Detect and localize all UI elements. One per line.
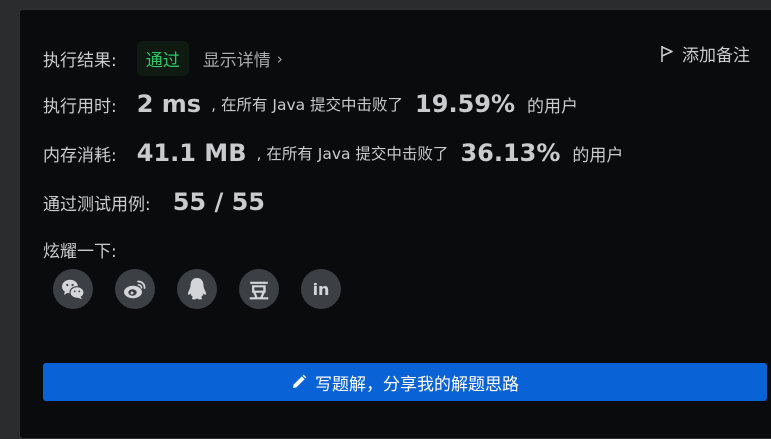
share-label-row: 炫耀一下: bbox=[43, 237, 117, 262]
douban-icon: 豆 bbox=[249, 278, 269, 303]
runtime-value: 2 ms bbox=[136, 90, 202, 118]
pencil-icon bbox=[293, 374, 307, 388]
wechat-icon bbox=[62, 279, 85, 300]
memory-suffix: 的用户 bbox=[572, 145, 624, 166]
memory-value: 41.1 MB bbox=[136, 139, 247, 167]
share-linkedin-button[interactable]: in bbox=[301, 269, 341, 309]
memory-percent: 36.13% bbox=[460, 139, 561, 167]
show-details-label: 显示详情 bbox=[202, 51, 271, 71]
result-row: 执行结果: 通过 显示详情 › bbox=[43, 41, 283, 76]
runtime-suffix: 的用户 bbox=[527, 96, 579, 117]
tests-label: 通过测试用例: bbox=[43, 194, 151, 215]
result-label: 执行结果: bbox=[43, 51, 117, 71]
status-badge: 通过 bbox=[136, 41, 189, 76]
memory-text: , 在所有 Java 提交中击败了 bbox=[256, 145, 449, 163]
runtime-percent: 19.59% bbox=[415, 90, 516, 118]
write-solution-button[interactable]: 写题解，分享我的解题思路 bbox=[43, 363, 767, 401]
share-douban-button[interactable]: 豆 bbox=[239, 269, 279, 309]
add-note-label: 添加备注 bbox=[682, 46, 750, 66]
runtime-label: 执行用时: bbox=[43, 96, 117, 117]
runtime-text: , 在所有 Java 提交中击败了 bbox=[211, 96, 404, 114]
qq-icon bbox=[187, 278, 207, 300]
submission-result-panel: 执行结果: 通过 显示详情 › 添加备注 执行用时: 2 ms , 在所有 Ja… bbox=[19, 9, 771, 439]
share-label: 炫耀一下: bbox=[43, 242, 117, 262]
flag-icon bbox=[661, 45, 673, 62]
tests-row: 通过测试用例: 55 / 55 bbox=[43, 188, 265, 216]
add-note-button[interactable]: 添加备注 bbox=[660, 41, 750, 66]
share-weibo-button[interactable] bbox=[115, 269, 155, 309]
write-solution-label: 写题解，分享我的解题思路 bbox=[315, 374, 519, 395]
memory-row: 内存消耗: 41.1 MB , 在所有 Java 提交中击败了 36.13% 的… bbox=[43, 139, 623, 167]
memory-label: 内存消耗: bbox=[43, 145, 117, 166]
runtime-row: 执行用时: 2 ms , 在所有 Java 提交中击败了 19.59% 的用户 bbox=[43, 90, 578, 118]
share-qq-button[interactable] bbox=[177, 269, 217, 309]
share-buttons: 豆 in bbox=[53, 269, 363, 309]
weibo-icon bbox=[124, 280, 146, 299]
share-wechat-button[interactable] bbox=[53, 269, 93, 309]
chevron-right-icon: › bbox=[276, 49, 283, 68]
tests-value: 55 / 55 bbox=[172, 188, 266, 216]
linkedin-icon: in bbox=[312, 279, 330, 299]
show-details-link[interactable]: 显示详情 › bbox=[202, 46, 283, 72]
